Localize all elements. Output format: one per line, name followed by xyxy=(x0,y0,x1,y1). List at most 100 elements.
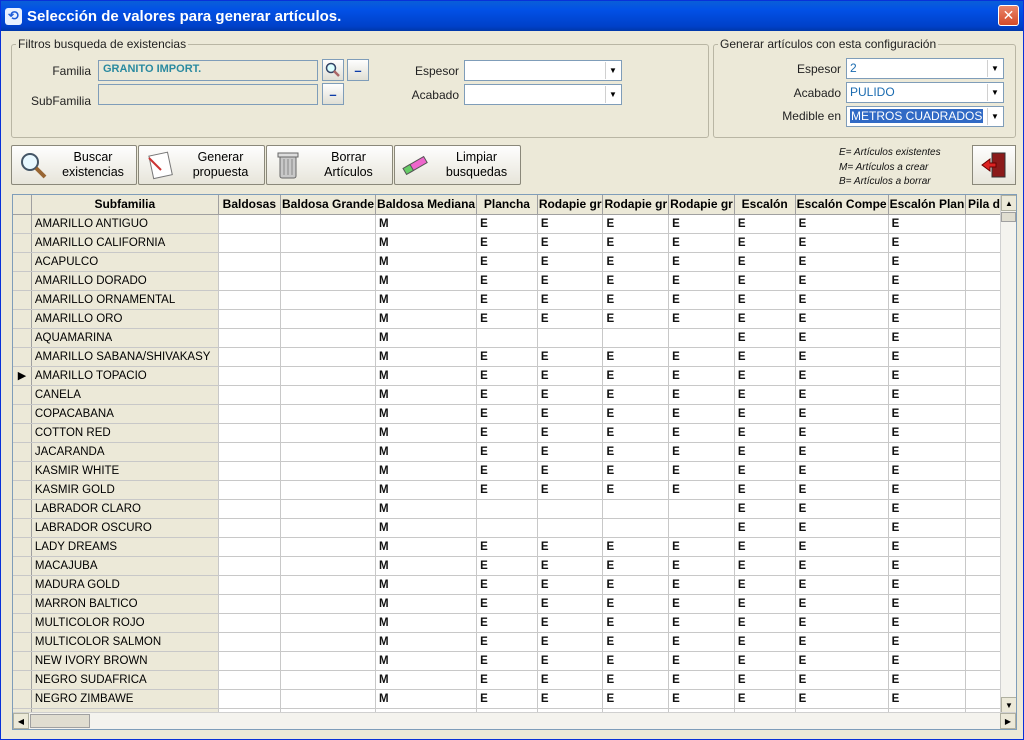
grid-cell[interactable]: M xyxy=(375,404,478,424)
familia-field[interactable]: GRANITO IMPORT. xyxy=(98,60,318,81)
grid-cell[interactable]: E xyxy=(476,537,538,557)
grid-cell[interactable]: E xyxy=(888,499,967,519)
grid-cell[interactable]: E xyxy=(602,651,670,671)
grid-cell[interactable] xyxy=(280,651,377,671)
subfamilia-cell[interactable]: AMARILLO ORO xyxy=(31,309,219,329)
grid-cell[interactable]: E xyxy=(537,309,604,329)
subfamilia-cell[interactable]: MULTICOLOR SALMON xyxy=(31,632,219,652)
row-indicator[interactable] xyxy=(13,442,32,462)
grid-cell[interactable]: E xyxy=(734,651,796,671)
grid-cell[interactable] xyxy=(280,480,377,500)
subfamilia-cell[interactable]: NEGRO ZIMBAWE xyxy=(31,689,219,709)
grid-cell[interactable]: E xyxy=(795,594,889,614)
filter-acabado-select[interactable]: ▼ xyxy=(464,84,622,105)
grid-cell[interactable]: E xyxy=(888,670,967,690)
column-header[interactable]: Baldosas xyxy=(218,195,282,215)
grid-cell[interactable]: E xyxy=(668,556,735,576)
grid-cell[interactable] xyxy=(218,328,282,348)
column-header[interactable]: Plancha xyxy=(476,195,538,215)
vscroll-thumb[interactable] xyxy=(1001,212,1016,222)
grid-cell[interactable]: E xyxy=(476,252,538,272)
grid-cell[interactable]: E xyxy=(476,556,538,576)
grid-cell[interactable]: E xyxy=(476,309,538,329)
grid-cell[interactable]: E xyxy=(795,271,889,291)
borrar-articulos-button[interactable]: Borrar Artículos xyxy=(266,145,393,185)
grid-cell[interactable]: E xyxy=(734,233,796,253)
vertical-scrollbar[interactable]: ▲ ▼ xyxy=(1000,195,1016,713)
grid-cell[interactable]: E xyxy=(888,651,967,671)
subfamilia-cell[interactable]: LABRADOR OSCURO xyxy=(31,518,219,538)
grid-cell[interactable]: E xyxy=(734,309,796,329)
subfamilia-cell[interactable]: LADY DREAMS xyxy=(31,537,219,557)
grid-cell[interactable] xyxy=(218,214,282,234)
column-header[interactable]: Escalón xyxy=(734,195,796,215)
scroll-up-icon[interactable]: ▲ xyxy=(1001,195,1016,211)
grid-cell[interactable]: E xyxy=(668,689,735,709)
grid-cell[interactable]: E xyxy=(602,537,670,557)
grid-cell[interactable] xyxy=(668,499,735,519)
grid-cell[interactable]: M xyxy=(375,651,478,671)
grid-cell[interactable]: E xyxy=(537,594,604,614)
grid-cell[interactable]: E xyxy=(888,613,967,633)
grid-cell[interactable] xyxy=(218,537,282,557)
grid-cell[interactable]: E xyxy=(668,480,735,500)
grid-cell[interactable]: E xyxy=(888,594,967,614)
grid-cell[interactable]: E xyxy=(668,442,735,462)
grid-cell[interactable]: M xyxy=(375,613,478,633)
grid-cell[interactable] xyxy=(602,328,670,348)
grid-cell[interactable]: E xyxy=(602,461,670,481)
scroll-right-icon[interactable]: ▶ xyxy=(1000,713,1016,729)
grid-cell[interactable]: E xyxy=(476,423,538,443)
row-indicator[interactable] xyxy=(13,670,32,690)
grid-cell[interactable] xyxy=(218,442,282,462)
grid-cell[interactable]: E xyxy=(476,214,538,234)
row-indicator[interactable] xyxy=(13,423,32,443)
grid-cell[interactable] xyxy=(602,518,670,538)
grid-cell[interactable] xyxy=(602,499,670,519)
grid-cell[interactable]: E xyxy=(537,442,604,462)
grid-cell[interactable]: E xyxy=(734,613,796,633)
grid-cell[interactable]: E xyxy=(668,271,735,291)
grid-cell[interactable]: E xyxy=(668,309,735,329)
row-indicator[interactable] xyxy=(13,214,32,234)
familia-search-button[interactable] xyxy=(322,59,344,81)
grid-cell[interactable] xyxy=(280,404,377,424)
row-indicator[interactable] xyxy=(13,651,32,671)
grid-cell[interactable] xyxy=(280,309,377,329)
grid-cell[interactable]: E xyxy=(537,347,604,367)
column-header[interactable]: Baldosa Grande xyxy=(280,195,377,215)
row-indicator[interactable] xyxy=(13,594,32,614)
row-indicator[interactable] xyxy=(13,271,32,291)
grid-cell[interactable]: E xyxy=(888,347,967,367)
grid-cell[interactable]: E xyxy=(734,423,796,443)
grid-cell[interactable] xyxy=(280,385,377,405)
grid-cell[interactable]: M xyxy=(375,423,478,443)
column-header[interactable]: Rodapie gr xyxy=(668,195,735,215)
row-indicator[interactable] xyxy=(13,347,32,367)
grid-cell[interactable]: E xyxy=(795,385,889,405)
grid-cell[interactable] xyxy=(218,290,282,310)
grid-cell[interactable]: E xyxy=(602,423,670,443)
chevron-down-icon[interactable]: ▼ xyxy=(605,62,620,79)
grid-cell[interactable] xyxy=(476,328,538,348)
grid-cell[interactable]: E xyxy=(888,461,967,481)
grid-cell[interactable]: M xyxy=(375,461,478,481)
grid-cell[interactable]: E xyxy=(888,328,967,348)
grid-cell[interactable] xyxy=(218,252,282,272)
row-indicator[interactable] xyxy=(13,461,32,481)
grid-cell[interactable]: E xyxy=(602,347,670,367)
grid-cell[interactable]: E xyxy=(476,461,538,481)
grid-cell[interactable]: E xyxy=(668,632,735,652)
grid-cell[interactable]: E xyxy=(888,404,967,424)
grid-cell[interactable]: E xyxy=(734,290,796,310)
grid-cell[interactable]: E xyxy=(888,518,967,538)
grid-cell[interactable]: E xyxy=(537,252,604,272)
grid-cell[interactable] xyxy=(218,271,282,291)
table-row[interactable]: LADY DREAMS M E E E E E E E xyxy=(13,537,1016,557)
grid-cell[interactable]: E xyxy=(734,499,796,519)
grid-cell[interactable]: E xyxy=(602,442,670,462)
current-row-arrow-icon[interactable]: ▶ xyxy=(13,366,32,386)
grid-cell[interactable]: E xyxy=(476,404,538,424)
grid-cell[interactable]: E xyxy=(795,233,889,253)
gen-acabado-select[interactable]: PULIDO ▼ xyxy=(846,82,1004,103)
